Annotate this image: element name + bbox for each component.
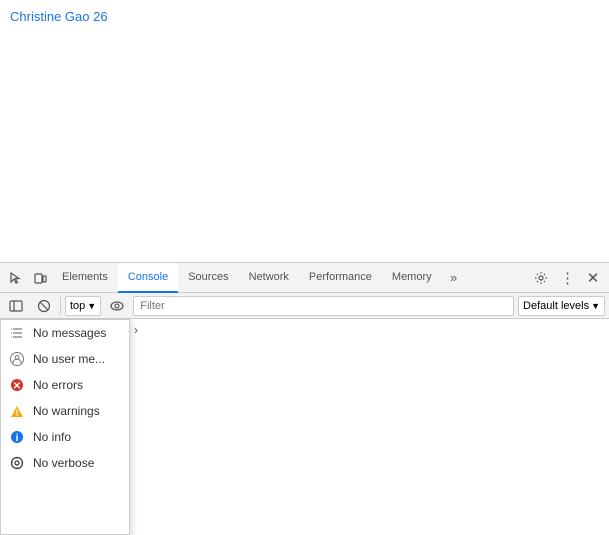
filter-item-errors[interactable]: ✕ No errors <box>1 372 129 398</box>
chevron-down-icon: ▼ <box>87 301 96 311</box>
filter-label: No info <box>33 430 71 444</box>
console-toolbar: top ▼ Default levels ▼ <box>0 293 609 319</box>
devtools-panel: Elements Console Sources Network Perform… <box>0 262 609 535</box>
tab-performance[interactable]: Performance <box>299 263 382 293</box>
page-title: Christine Gao 26 <box>10 9 108 24</box>
clear-console-icon[interactable] <box>32 294 56 318</box>
filter-label: No verbose <box>33 456 94 470</box>
context-selector[interactable]: top ▼ <box>65 296 101 316</box>
filter-item-all-messages[interactable]: No messages <box>1 320 129 346</box>
user-icon <box>9 351 25 367</box>
more-options-icon[interactable]: ⋮ <box>555 266 579 290</box>
tab-memory[interactable]: Memory <box>382 263 442 293</box>
devtools-tab-bar: Elements Console Sources Network Perform… <box>0 263 609 293</box>
sidebar-toggle-icon[interactable] <box>4 294 28 318</box>
inspect-element-icon[interactable] <box>4 266 28 290</box>
console-chevron: › <box>134 323 138 337</box>
more-tabs-icon[interactable]: » <box>442 266 466 290</box>
device-toolbar-icon[interactable] <box>28 266 52 290</box>
svg-text:i: i <box>16 433 19 444</box>
filter-item-warnings[interactable]: ! No warnings <box>1 398 129 424</box>
console-main: › <box>130 319 609 535</box>
console-content: No messages No user me... <box>0 319 609 535</box>
filter-item-user-messages[interactable]: No user me... <box>1 346 129 372</box>
toolbar-divider <box>60 297 61 315</box>
filter-item-info[interactable]: i No info <box>1 424 129 450</box>
tab-console[interactable]: Console <box>118 263 178 293</box>
page-content: Christine Gao 26 <box>0 0 609 262</box>
filter-label: No errors <box>33 378 83 392</box>
svg-text:!: ! <box>16 408 19 418</box>
svg-text:✕: ✕ <box>13 381 21 392</box>
tab-elements[interactable]: Elements <box>52 263 118 293</box>
eye-icon[interactable] <box>105 294 129 318</box>
filter-input[interactable] <box>133 296 514 316</box>
filter-label: No warnings <box>33 404 100 418</box>
list-icon <box>9 325 25 341</box>
filter-label: No user me... <box>33 352 105 366</box>
filter-dropdown: No messages No user me... <box>0 319 130 535</box>
tab-sources[interactable]: Sources <box>178 263 238 293</box>
verbose-icon <box>9 455 25 471</box>
chevron-down-icon: ▼ <box>591 301 600 311</box>
log-levels-selector[interactable]: Default levels ▼ <box>518 296 605 316</box>
filter-label: No messages <box>33 326 106 340</box>
settings-icon[interactable] <box>529 266 553 290</box>
close-devtools-icon[interactable]: ✕ <box>581 266 605 290</box>
tab-network[interactable]: Network <box>239 263 299 293</box>
info-icon: i <box>9 429 25 445</box>
warning-icon: ! <box>9 403 25 419</box>
filter-item-verbose[interactable]: No verbose <box>1 450 129 476</box>
error-icon: ✕ <box>9 377 25 393</box>
